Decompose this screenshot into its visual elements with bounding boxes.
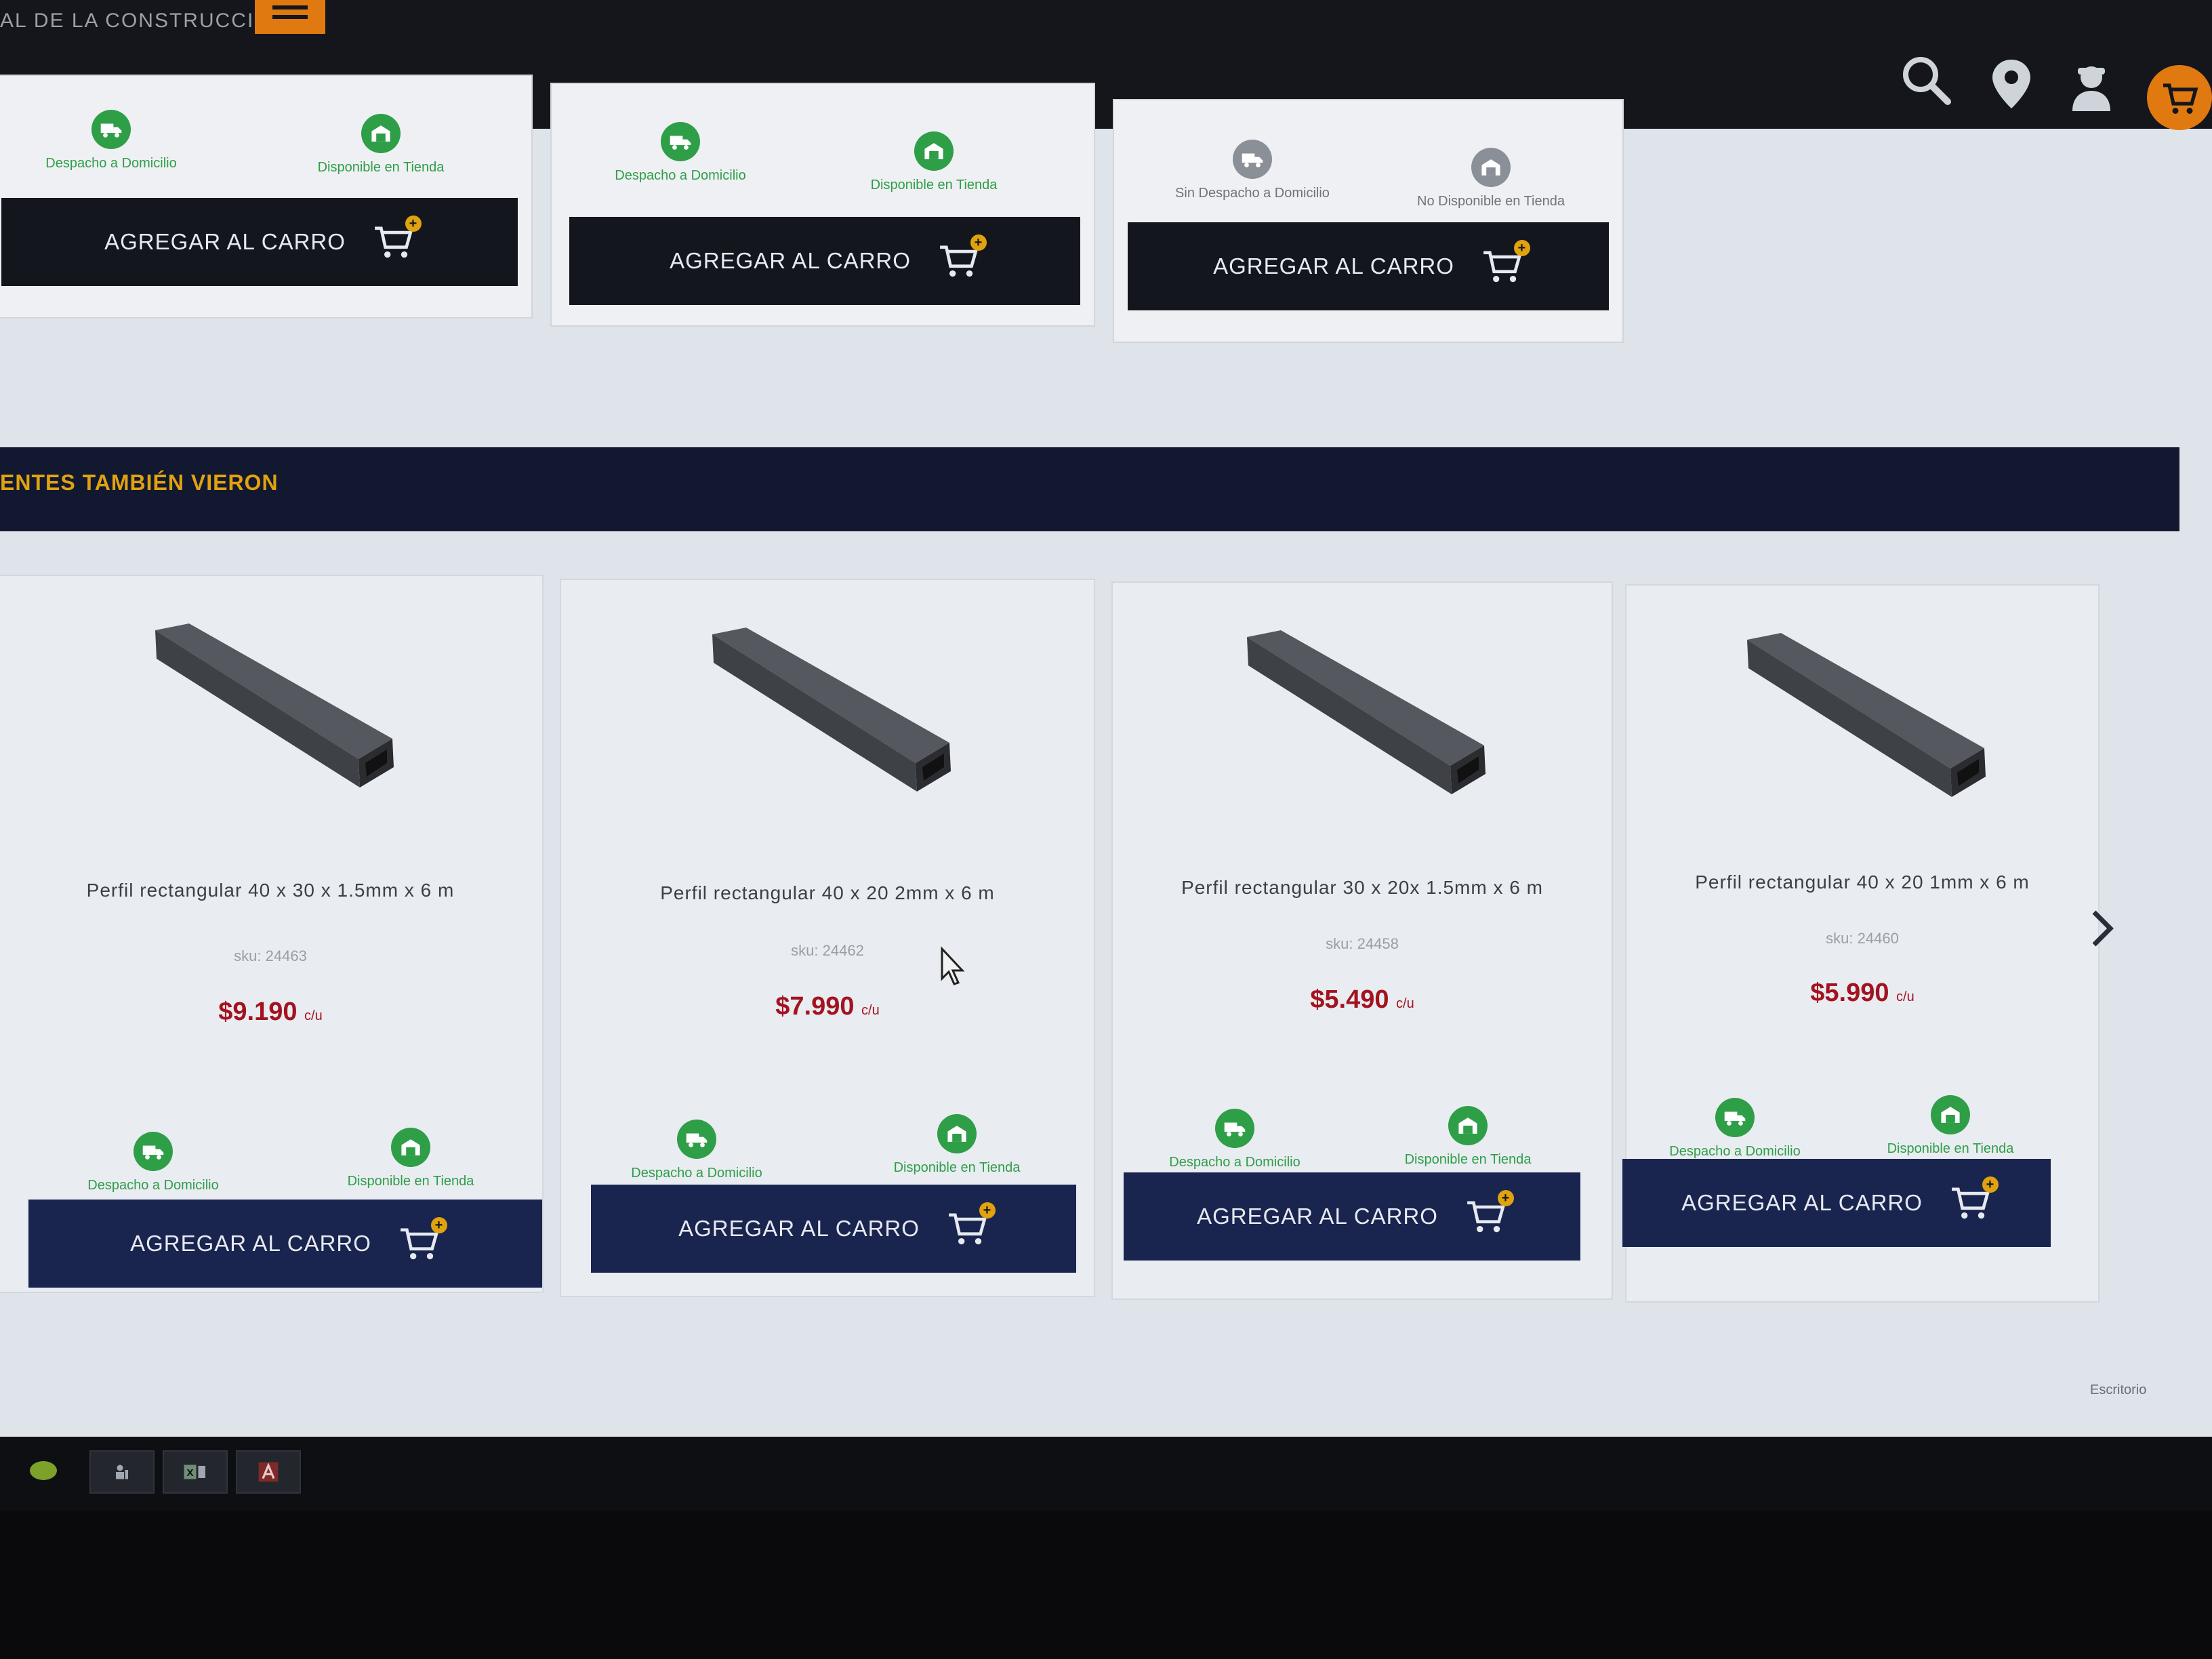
carousel-next-arrow-icon[interactable] [2089, 908, 2116, 949]
home-delivery-status: Despacho a Domicilio [572, 122, 789, 184]
cart-add-icon: + [1950, 1176, 1999, 1221]
store-availability-status: Disponible en Tienda [272, 114, 489, 176]
truck-icon [100, 123, 122, 138]
product-sku: sku: 24462 [791, 942, 864, 959]
add-to-cart-button[interactable]: AGREGAR AL CARRO + [569, 217, 1080, 305]
acrobat-icon[interactable] [236, 1450, 301, 1494]
truck-icon [1224, 1122, 1246, 1136]
store-availability-status: Disponible en Tienda [1842, 1095, 2059, 1157]
cart-icon [2163, 83, 2198, 114]
svg-text:X: X [186, 1467, 193, 1479]
store-availability-status: Disponible en Tienda [825, 131, 1042, 193]
product-card[interactable]: Perfil rectangular 40 x 30 x 1.5mm x 6 m… [0, 575, 544, 1293]
product-card-top-1: Despacho a Domicilio Disponible en Tiend… [0, 75, 533, 319]
product-card-top-2: Despacho a Domicilio Disponible en Tiend… [550, 83, 1095, 327]
home-delivery-status: Sin Despacho a Domicilio [1144, 140, 1361, 201]
truck-icon [1242, 153, 1263, 167]
store-icon [1941, 1107, 1960, 1123]
search-icon[interactable] [1899, 53, 1953, 107]
cart-add-icon: + [947, 1202, 996, 1247]
section-title: ENTES TAMBIÉN VIERON [0, 470, 279, 495]
truck-icon [670, 136, 691, 150]
header-cart-button[interactable] [2147, 65, 2212, 130]
people-app-icon[interactable] [89, 1450, 155, 1494]
product-card[interactable]: Perfil rectangular 40 x 20 1mm x 6 m sku… [1622, 584, 2100, 1303]
cart-add-icon: + [938, 234, 987, 279]
hamburger-menu-button[interactable] [255, 0, 325, 34]
add-to-cart-button[interactable]: AGREGAR AL CARRO + [1622, 1159, 2051, 1247]
store-icon [401, 1139, 420, 1155]
product-price: $5.490 c/u [1310, 985, 1414, 1014]
add-to-cart-button[interactable]: AGREGAR AL CARRO + [591, 1185, 1076, 1273]
store-availability-status: Disponible en Tienda [848, 1114, 1065, 1176]
product-name[interactable]: Perfil rectangular 40 x 20 1mm x 6 m [1626, 872, 2098, 893]
location-pin-icon[interactable] [1984, 57, 2039, 111]
add-to-cart-button[interactable]: AGREGAR AL CARRO + [1, 198, 518, 286]
store-icon [924, 143, 943, 159]
product-card[interactable]: Perfil rectangular 40 x 20 2mm x 6 m sku… [560, 579, 1095, 1297]
truck-icon [142, 1145, 164, 1160]
browser-viewport: AL DE LA CONSTRUCCION Despacho a Domicil… [0, 0, 2212, 1437]
excel-icon[interactable]: X [163, 1450, 228, 1494]
store-icon [947, 1126, 966, 1142]
user-icon[interactable] [2064, 60, 2118, 114]
product-name[interactable]: Perfil rectangular 40 x 20 2mm x 6 m [561, 882, 1094, 904]
add-to-cart-button[interactable]: AGREGAR AL CARRO + [28, 1200, 542, 1288]
start-icon[interactable] [30, 1461, 57, 1480]
cart-add-icon: + [1465, 1190, 1514, 1235]
product-image [1247, 630, 1486, 794]
store-availability-status: Disponible en Tienda [302, 1128, 519, 1189]
product-sku: sku: 24458 [1326, 935, 1399, 952]
store-availability-status: Disponible en Tienda [1359, 1106, 1576, 1168]
product-card-top-3: Sin Despacho a Domicilio No Disponible e… [1113, 99, 1624, 343]
menu-icon [272, 15, 308, 19]
product-image [155, 623, 394, 787]
product-price: $9.190 c/u [218, 998, 323, 1026]
product-sku: sku: 24463 [234, 947, 307, 964]
desktop-label: Escritorio [2090, 1382, 2147, 1397]
cart-add-icon: + [398, 1217, 447, 1262]
home-delivery-status: Despacho a Domicilio [1626, 1098, 1843, 1160]
truck-icon [686, 1133, 708, 1147]
cart-add-icon: + [1481, 240, 1530, 285]
product-name[interactable]: Perfil rectangular 30 x 20x 1.5mm x 6 m [1113, 877, 1612, 899]
cart-add-icon: + [373, 216, 422, 260]
product-price: $7.990 c/u [775, 992, 880, 1021]
add-to-cart-button[interactable]: AGREGAR AL CARRO + [1128, 222, 1609, 310]
home-delivery-status: Despacho a Domicilio [3, 110, 220, 171]
store-icon [371, 125, 390, 142]
related-products-bar: ENTES TAMBIÉN VIERON [0, 447, 2179, 531]
logo-subtitle: AL DE LA CONSTRUCCION [0, 9, 288, 32]
product-image [1747, 633, 1986, 797]
add-to-cart-button[interactable]: AGREGAR AL CARRO + [1124, 1172, 1580, 1261]
product-name[interactable]: Perfil rectangular 40 x 30 x 1.5mm x 6 m [0, 880, 542, 901]
home-delivery-status: Despacho a Domicilio [1126, 1109, 1343, 1170]
product-image [712, 628, 951, 792]
truck-icon [1724, 1111, 1746, 1126]
store-icon [1481, 159, 1500, 176]
product-card[interactable]: Perfil rectangular 30 x 20x 1.5mm x 6 m … [1111, 581, 1613, 1300]
store-icon [1458, 1118, 1477, 1134]
os-taskbar: X [0, 1437, 2212, 1511]
home-delivery-status: Despacho a Domicilio [588, 1120, 805, 1181]
mouse-pointer-icon [941, 946, 965, 985]
product-sku: sku: 24460 [1826, 930, 1899, 947]
store-availability-status: No Disponible en Tienda [1382, 148, 1599, 209]
product-price: $5.990 c/u [1810, 979, 1914, 1007]
home-delivery-status: Despacho a Domicilio [45, 1132, 262, 1193]
